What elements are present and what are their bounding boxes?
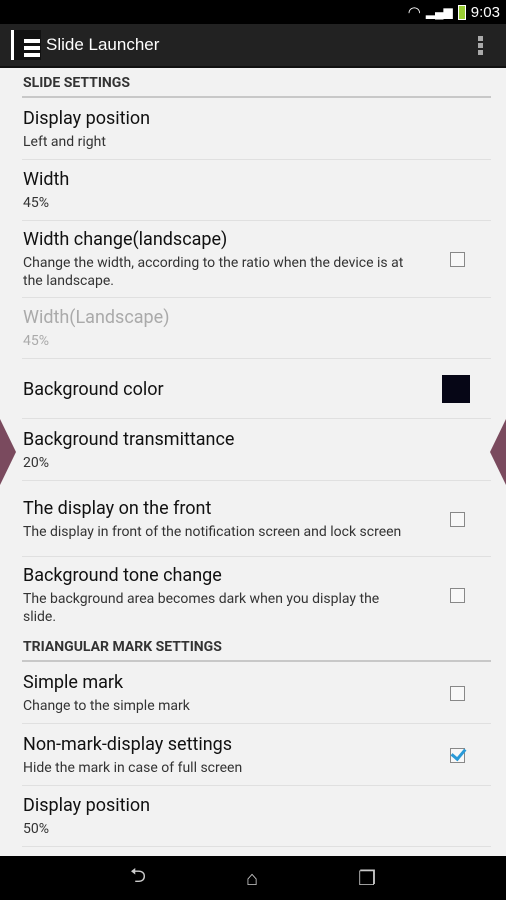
pref-summary: 50% bbox=[23, 821, 49, 837]
pref-title: Width(Landscape) bbox=[23, 307, 170, 328]
checkbox[interactable] bbox=[450, 511, 465, 527]
app-title: Slide Launcher bbox=[46, 35, 160, 54]
section-header: SLIDE SETTINGS bbox=[22, 75, 491, 98]
pref-summary: The background area becomes dark when yo… bbox=[23, 590, 380, 625]
pref-title: Simple mark bbox=[23, 671, 124, 693]
pref-summary: 45% bbox=[23, 333, 49, 349]
wifi-icon: ◠ bbox=[407, 4, 421, 21]
pref-title: Width bbox=[23, 169, 70, 190]
pref-title: Background tone change bbox=[23, 564, 222, 586]
settings-list[interactable]: SLIDE SETTINGS Display position Left and … bbox=[0, 70, 506, 856]
pref-summary: Hide the mark in case of full screen bbox=[23, 759, 243, 776]
checkbox-checked[interactable] bbox=[450, 747, 465, 763]
pref-summary: 45% bbox=[23, 195, 49, 211]
pref-background-tone-change[interactable]: Background tone change The background are… bbox=[22, 558, 491, 632]
pref-title: Background color bbox=[23, 378, 164, 400]
pref-title: Display position bbox=[23, 795, 151, 816]
pref-width[interactable]: Width 45% bbox=[22, 161, 491, 221]
back-icon[interactable]: ⮌ bbox=[130, 861, 146, 895]
signal-icon: ▂▄▆ bbox=[425, 5, 453, 19]
pref-summary: Change to the simple mark bbox=[23, 697, 190, 714]
pref-mark-display-position[interactable]: Display position 50% bbox=[22, 787, 491, 847]
color-swatch[interactable] bbox=[442, 375, 470, 403]
overflow-menu-icon[interactable] bbox=[478, 36, 483, 57]
pref-summary: Left and right bbox=[23, 134, 106, 150]
recents-icon[interactable]: ❐ bbox=[358, 866, 376, 890]
pref-width-landscape: Width(Landscape) 45% bbox=[22, 299, 491, 359]
pref-width-change-landscape[interactable]: Width change(landscape) Change the width,… bbox=[22, 222, 491, 298]
navigation-bar: ⮌ ⌂ ❐ bbox=[0, 856, 506, 900]
status-bar: ◠ ▂▄▆ 9:03 bbox=[0, 0, 506, 24]
pref-title: Width change(landscape) bbox=[23, 229, 228, 250]
checkbox[interactable] bbox=[450, 252, 465, 267]
checkbox[interactable] bbox=[450, 685, 465, 701]
home-icon[interactable]: ⌂ bbox=[246, 866, 258, 891]
app-icon[interactable] bbox=[11, 30, 41, 60]
battery-icon bbox=[457, 4, 466, 20]
pref-summary: Change the width, according to the ratio… bbox=[23, 255, 404, 289]
pref-display-on-front[interactable]: The display on the front The display in f… bbox=[22, 482, 491, 557]
pref-title: The display on the front bbox=[23, 497, 212, 519]
checkbox[interactable] bbox=[450, 587, 465, 603]
action-bar: Slide Launcher bbox=[0, 24, 506, 68]
section-header: TRIANGULAR MARK SETTINGS bbox=[22, 639, 491, 662]
clock: 9:03 bbox=[470, 3, 500, 21]
pref-non-mark-display[interactable]: Non-mark-display settings Hide the mark i… bbox=[22, 725, 491, 786]
pref-summary: 20% bbox=[23, 454, 49, 471]
pref-background-transmittance[interactable]: Background transmittance 20% bbox=[22, 420, 491, 481]
pref-background-color[interactable]: Background color bbox=[22, 360, 491, 419]
pref-title: Background transmittance bbox=[23, 428, 235, 450]
pref-title: Non-mark-display settings bbox=[23, 733, 233, 755]
pref-display-position[interactable]: Display position Left and right bbox=[22, 100, 491, 160]
pref-title: Display position bbox=[23, 108, 151, 129]
pref-summary: The display in front of the notification… bbox=[23, 523, 402, 540]
pref-simple-mark[interactable]: Simple mark Change to the simple mark bbox=[22, 663, 491, 724]
